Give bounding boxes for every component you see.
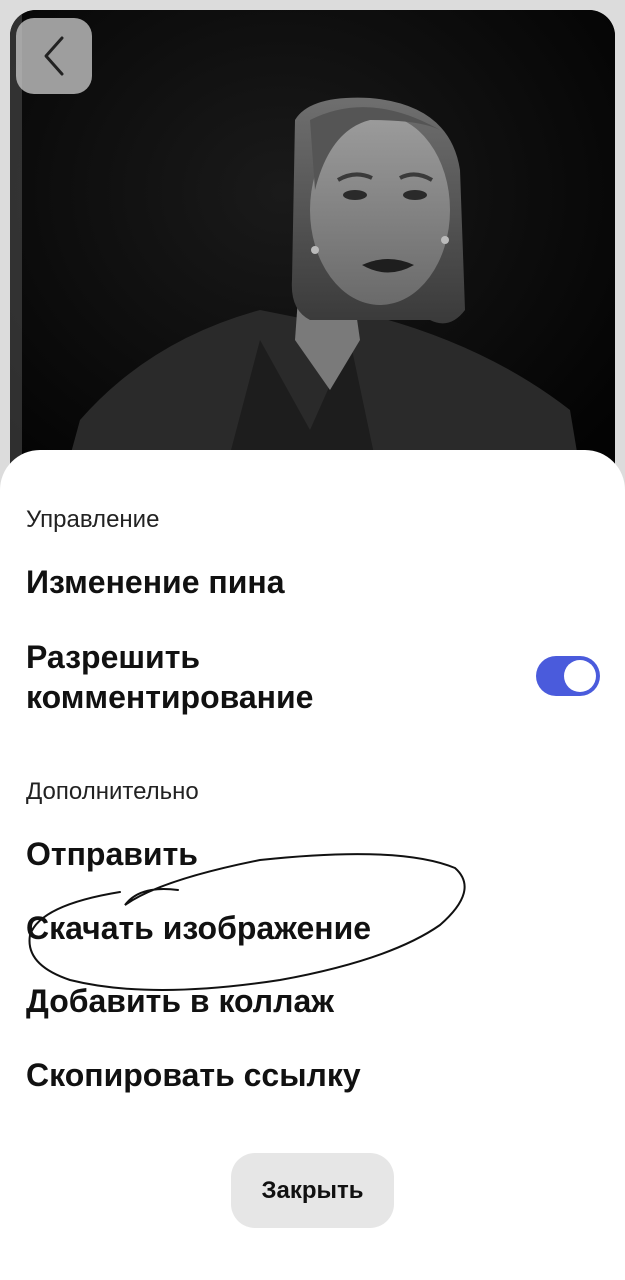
options-sheet: Управление Изменение пина Разрешить комм… <box>0 450 625 1280</box>
section-label-management: Управление <box>26 506 160 533</box>
section-label-additional: Дополнительно <box>26 778 199 805</box>
toggle-knob <box>564 660 596 692</box>
download-image-item[interactable]: Скачать изображение <box>26 908 371 948</box>
allow-comments-label-line2: комментирование <box>26 679 314 715</box>
copy-link-item[interactable]: Скопировать ссылку <box>26 1055 361 1095</box>
allow-comments-label-line1: Разрешить <box>26 639 201 675</box>
close-button[interactable]: Закрыть <box>231 1153 394 1228</box>
back-button[interactable] <box>16 18 92 94</box>
allow-comments-item[interactable]: Разрешить комментирование <box>26 637 313 717</box>
allow-comments-toggle[interactable] <box>536 656 600 696</box>
send-item[interactable]: Отправить <box>26 834 198 874</box>
chevron-left-icon <box>44 36 64 76</box>
edit-pin-item[interactable]: Изменение пина <box>26 562 285 602</box>
screen: Управление Изменение пина Разрешить комм… <box>0 0 625 1280</box>
add-to-collage-item[interactable]: Добавить в коллаж <box>26 981 334 1021</box>
